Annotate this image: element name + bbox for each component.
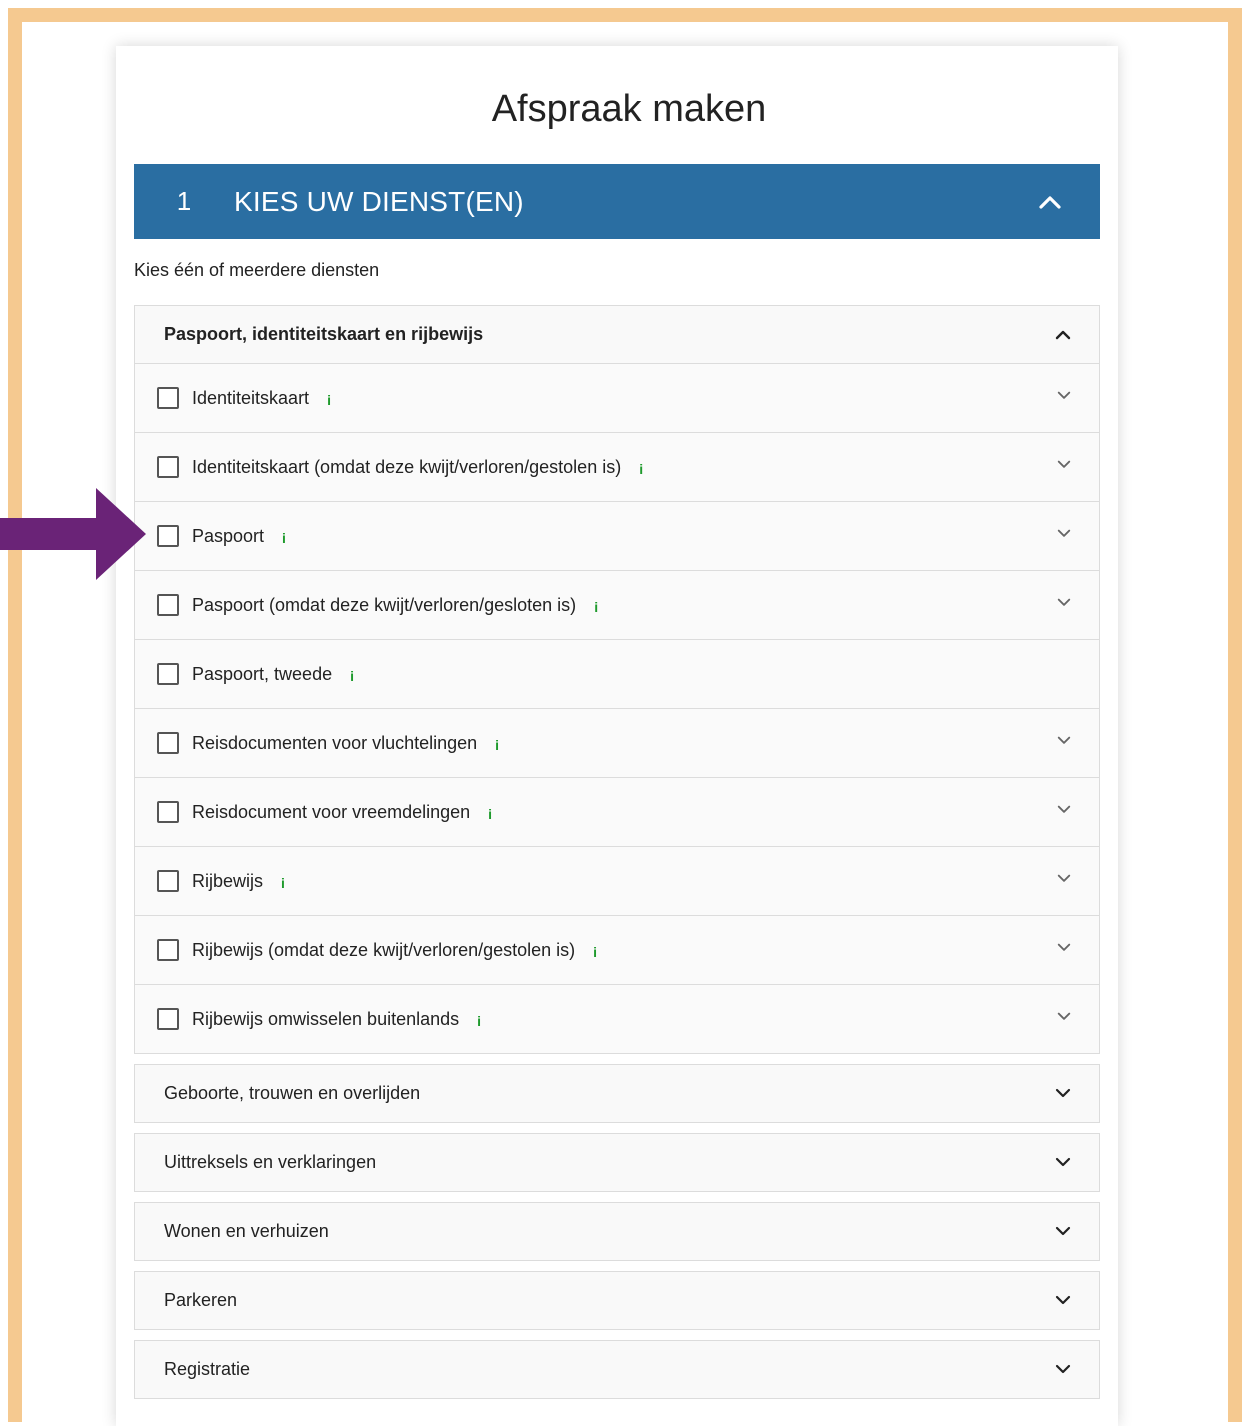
category-label: Geboorte, trouwen en overlijden [164, 1083, 421, 1103]
service-label: Identiteitskaart (omdat deze kwijt/verlo… [192, 456, 622, 477]
service-row[interactable]: Rijbewijs omwisselen buitenlands i [135, 984, 1099, 1053]
category-open: Paspoort, identiteitskaart en rijbewijs … [134, 305, 1100, 1054]
service-row[interactable]: Reisdocument voor vreemdelingen i [135, 777, 1099, 846]
service-label: Paspoort [192, 525, 265, 546]
service-label: Reisdocument voor vreemdelingen [192, 801, 471, 822]
info-icon[interactable]: i [495, 737, 499, 753]
service-list: Identiteitskaart i Identiteitskaart (omdat… [135, 364, 1099, 1053]
info-icon[interactable]: i [593, 944, 597, 960]
service-label: Rijbewijs omwisselen buitenlands [192, 1008, 460, 1029]
category-collapsed[interactable]: Wonen en verhuizen [134, 1202, 1100, 1261]
chevron-down-icon[interactable] [1055, 1359, 1071, 1380]
page-title: Afspraak maken [491, 88, 767, 130]
category-list: Paspoort, identiteitskaart en rijbewijs … [134, 305, 1100, 1409]
service-row[interactable]: Paspoort, tweede i [135, 639, 1099, 708]
chevron-down-icon[interactable] [1055, 1290, 1071, 1311]
chevron-down-icon[interactable] [1057, 730, 1071, 751]
service-label: Paspoort, tweede [192, 663, 333, 684]
category-collapsed[interactable]: Parkeren [134, 1271, 1100, 1330]
chevron-down-icon[interactable] [1057, 454, 1071, 475]
service-checkbox[interactable] [157, 456, 179, 478]
service-label: Rijbewijs (omdat deze kwijt/verloren/ges… [192, 939, 576, 960]
chevron-down-icon[interactable] [1055, 1083, 1071, 1104]
category-header[interactable]: Registratie [135, 1341, 1099, 1398]
intro-text: Kies één of meerdere diensten [134, 260, 380, 280]
category-label: Uittreksels en verklaringen [164, 1152, 377, 1172]
category-collapsed[interactable]: Registratie [134, 1340, 1100, 1399]
chevron-down-icon[interactable] [1055, 1221, 1071, 1242]
step-number: 1 [176, 186, 192, 216]
chevron-down-icon[interactable] [1057, 1006, 1071, 1027]
chevron-up-icon[interactable] [1055, 329, 1071, 341]
collapsed-categories: Geboorte, trouwen en overlijden Uittrekse… [134, 1064, 1100, 1399]
chevron-down-icon[interactable] [1057, 385, 1071, 406]
info-icon[interactable]: i [639, 461, 643, 477]
chevron-down-icon[interactable] [1057, 523, 1071, 544]
info-icon[interactable]: i [281, 875, 285, 891]
category-label: Parkeren [164, 1290, 238, 1310]
service-checkbox[interactable] [157, 387, 179, 409]
chevron-down-icon[interactable] [1057, 592, 1071, 613]
category-header[interactable]: Wonen en verhuizen [135, 1203, 1099, 1260]
chevron-down-icon[interactable] [1057, 937, 1071, 958]
category-collapsed[interactable]: Uittreksels en verklaringen [134, 1133, 1100, 1192]
service-label: Paspoort (omdat deze kwijt/verloren/gesl… [192, 594, 577, 615]
info-icon[interactable]: i [282, 530, 286, 546]
service-checkbox[interactable] [157, 594, 179, 616]
service-checkbox[interactable] [157, 1008, 179, 1030]
service-row[interactable]: Identiteitskaart (omdat deze kwijt/verlo… [135, 432, 1099, 501]
service-label: Identiteitskaart [192, 387, 310, 408]
service-row[interactable]: Rijbewijs i [135, 846, 1099, 915]
chevron-down-icon[interactable] [1057, 799, 1071, 820]
info-icon[interactable]: i [477, 1013, 481, 1029]
service-row[interactable]: Identiteitskaart i [135, 364, 1099, 432]
chevron-down-icon[interactable] [1057, 868, 1071, 889]
service-label: Reisdocumenten voor vluchtelingen [192, 732, 478, 753]
category-header[interactable]: Uittreksels en verklaringen [135, 1134, 1099, 1191]
category-header[interactable]: Parkeren [135, 1272, 1099, 1329]
category-header[interactable]: Paspoort, identiteitskaart en rijbewijs [135, 306, 1099, 364]
info-icon[interactable]: i [488, 806, 492, 822]
service-row[interactable]: Paspoort i [135, 501, 1099, 570]
service-checkbox[interactable] [157, 801, 179, 823]
service-checkbox[interactable] [157, 732, 179, 754]
category-label: Registratie [164, 1359, 251, 1379]
service-checkbox[interactable] [157, 663, 179, 685]
info-icon[interactable]: i [327, 392, 331, 408]
service-checkbox[interactable] [157, 939, 179, 961]
info-icon[interactable]: i [350, 668, 354, 684]
chevron-down-icon[interactable] [1055, 1152, 1071, 1173]
category-label: Paspoort, identiteitskaart en rijbewijs [164, 324, 484, 344]
category-header[interactable]: Geboorte, trouwen en overlijden [135, 1065, 1099, 1122]
step-header[interactable]: 1 KIES UW DIENST(EN) [134, 164, 1100, 239]
step-title: KIES UW DIENST(EN) [234, 185, 524, 217]
arrow-pointer-icon [0, 488, 146, 580]
chevron-up-icon[interactable] [1000, 194, 1100, 210]
category-label: Wonen en verhuizen [164, 1221, 329, 1241]
service-checkbox[interactable] [157, 870, 179, 892]
service-row[interactable]: Paspoort (omdat deze kwijt/verloren/gesl… [135, 570, 1099, 639]
service-checkbox[interactable] [157, 525, 179, 547]
service-row[interactable]: Rijbewijs (omdat deze kwijt/verloren/ges… [135, 915, 1099, 984]
service-row[interactable]: Reisdocumenten voor vluchtelingen i [135, 708, 1099, 777]
category-collapsed[interactable]: Geboorte, trouwen en overlijden [134, 1064, 1100, 1123]
info-icon[interactable]: i [594, 599, 598, 615]
service-label: Rijbewijs [192, 870, 264, 891]
